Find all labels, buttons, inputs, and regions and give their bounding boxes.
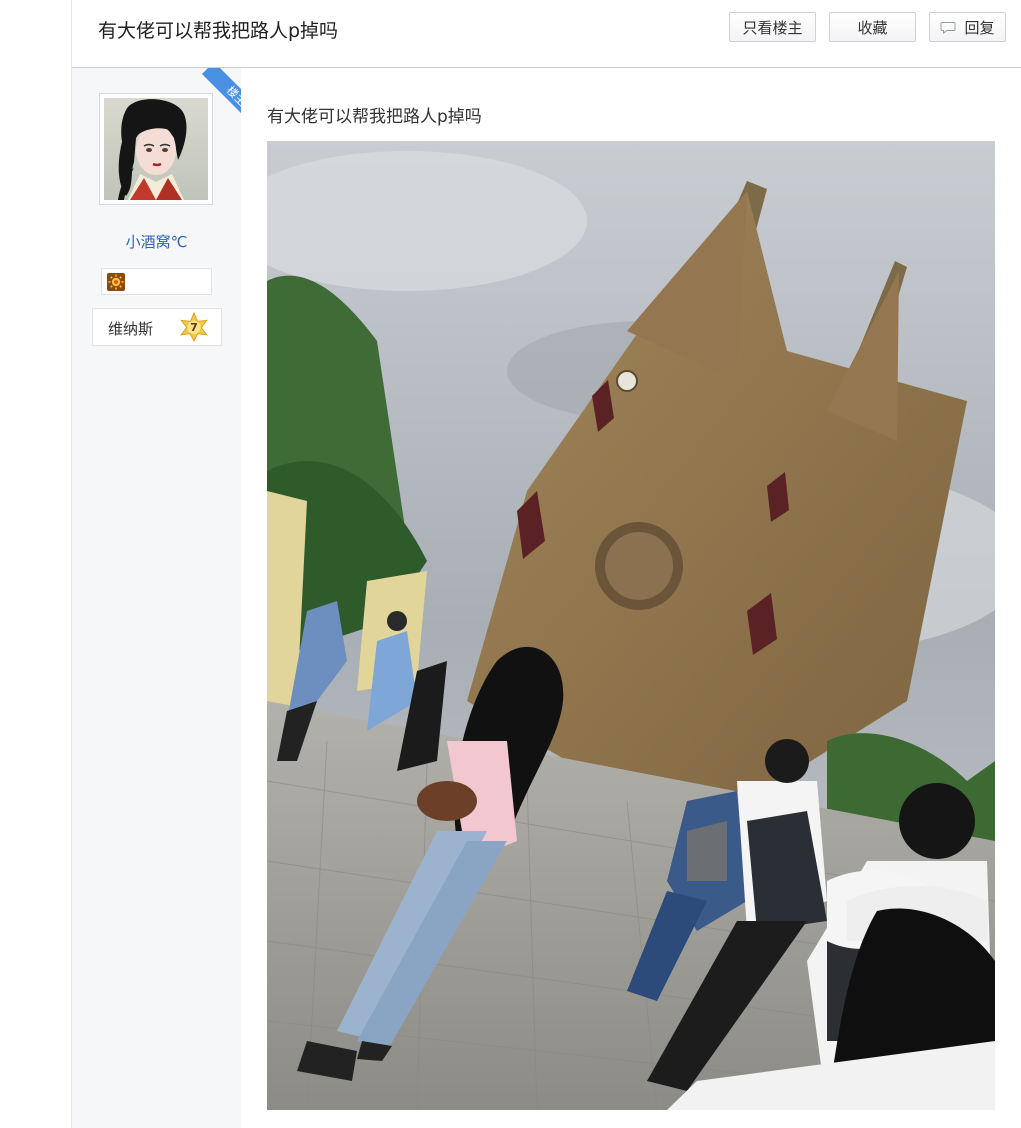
badge-row	[101, 268, 212, 295]
favorite-label: 收藏	[857, 18, 888, 37]
author-sidebar: 楼主 小酒窝℃ 维纳斯 7	[72, 68, 242, 1128]
favorite-button[interactable]: 收藏	[829, 12, 916, 42]
post-photo[interactable]	[267, 141, 995, 1110]
thread-title: 有大佬可以帮我把路人p掉吗	[98, 20, 339, 42]
reply-label: 回复	[964, 18, 995, 37]
post-text: 有大佬可以帮我把路人p掉吗	[267, 107, 482, 127]
reply-button[interactable]: 回复	[929, 12, 1006, 42]
left-gutter	[0, 0, 72, 1128]
post-content: 有大佬可以帮我把路人p掉吗	[241, 68, 1021, 1128]
only-op-label: 只看楼主	[742, 18, 803, 37]
op-ribbon: 楼主	[196, 68, 242, 114]
level-name: 维纳斯	[108, 320, 154, 338]
sun-badge-icon[interactable]	[107, 273, 125, 291]
star-level-icon: 7	[179, 311, 209, 343]
op-tag: 楼主	[201, 68, 242, 114]
only-op-button[interactable]: 只看楼主	[729, 12, 816, 42]
speech-bubble-icon	[940, 21, 956, 34]
level-number: 7	[190, 321, 198, 334]
username-link[interactable]: 小酒窝℃	[72, 231, 241, 252]
level-row[interactable]: 维纳斯 7	[92, 308, 222, 346]
thread-header: 有大佬可以帮我把路人p掉吗 只看楼主 收藏 回复	[72, 0, 1021, 68]
